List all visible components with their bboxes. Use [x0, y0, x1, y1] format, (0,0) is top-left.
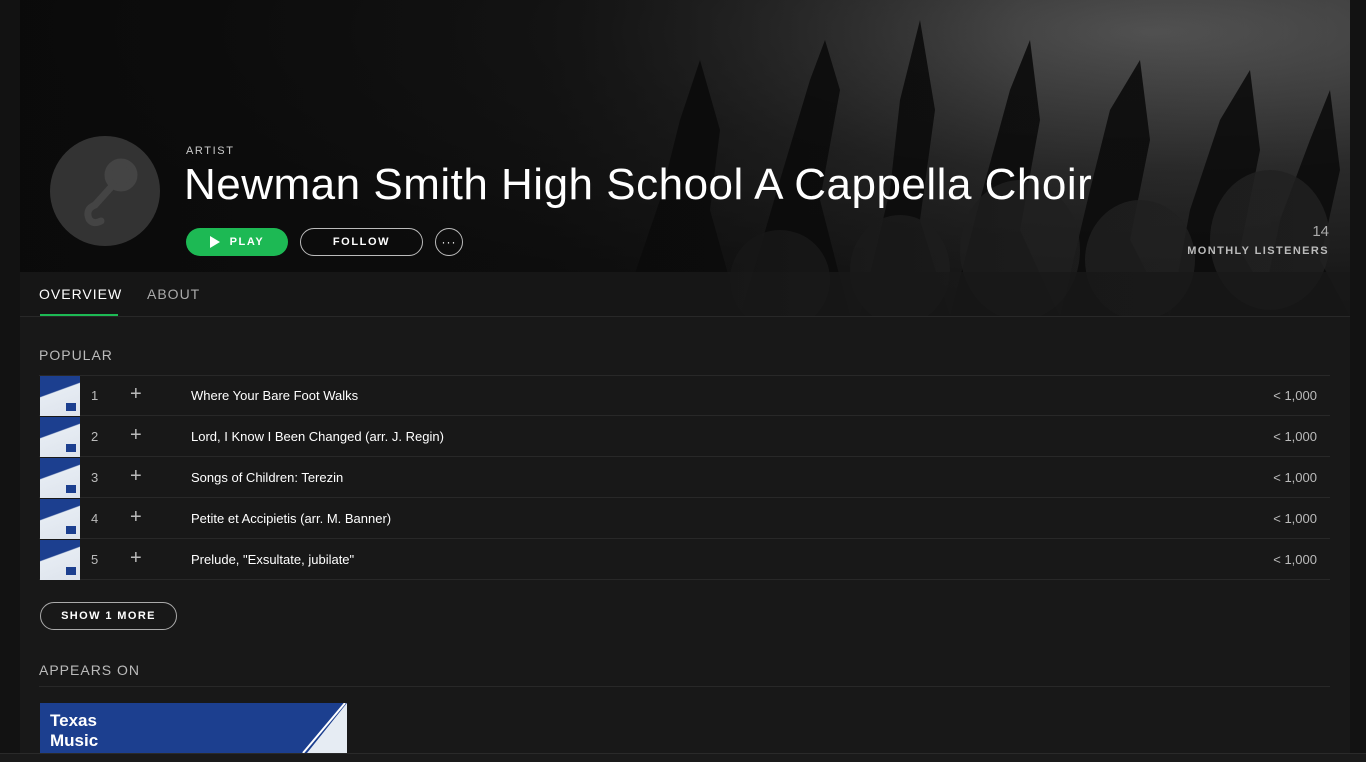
appears-on-section-title: APPEARS ON — [39, 662, 141, 678]
artist-page: ARTIST Newman Smith High School A Cappel… — [20, 0, 1350, 762]
album-cover-thumbnail — [40, 417, 80, 457]
ellipsis-icon: ··· — [441, 235, 457, 249]
album-cover-thumbnail — [40, 376, 80, 416]
bottom-bar — [0, 753, 1366, 762]
play-button-label: PLAY — [229, 236, 265, 248]
tab-about[interactable]: ABOUT — [147, 286, 200, 302]
tabs-bar — [20, 272, 1350, 317]
track-row[interactable]: 5 + Prelude, "Exsultate, jubilate" < 1,0… — [39, 539, 1330, 580]
track-number: 2 — [91, 429, 99, 444]
section-divider — [39, 686, 1330, 687]
album-card[interactable]: Texas Music — [40, 703, 347, 753]
track-play-count: < 1,000 — [1273, 552, 1317, 567]
album-cover-thumbnail — [40, 540, 80, 580]
track-row[interactable]: 2 + Lord, I Know I Been Changed (arr. J.… — [39, 416, 1330, 457]
follow-button[interactable]: FOLLOW — [300, 228, 423, 256]
add-track-icon[interactable]: + — [130, 383, 142, 406]
track-number: 3 — [91, 470, 99, 485]
play-icon — [209, 236, 220, 248]
album-cover-thumbnail — [40, 499, 80, 539]
track-row[interactable]: 1 + Where Your Bare Foot Walks < 1,000 — [39, 375, 1330, 416]
add-track-icon[interactable]: + — [130, 465, 142, 488]
track-number: 1 — [91, 388, 99, 403]
artist-type-label: ARTIST — [186, 145, 235, 157]
monthly-listeners-label: MONTHLY LISTENERS — [1187, 245, 1329, 257]
track-title: Songs of Children: Terezin — [191, 470, 344, 485]
track-play-count: < 1,000 — [1273, 470, 1317, 485]
active-tab-indicator — [40, 314, 118, 316]
follow-button-label: FOLLOW — [332, 236, 391, 248]
header-gradient-overlay — [20, 0, 1350, 317]
artist-avatar — [50, 136, 160, 246]
artist-name: Newman Smith High School A Cappella Choi… — [184, 160, 1093, 209]
track-title: Prelude, "Exsultate, jubilate" — [191, 552, 355, 567]
play-button[interactable]: PLAY — [186, 228, 288, 256]
track-number: 4 — [91, 511, 99, 526]
tab-overview[interactable]: OVERVIEW — [39, 286, 122, 302]
track-number: 5 — [91, 552, 99, 567]
track-title: Petite et Accipietis (arr. M. Banner) — [191, 511, 392, 526]
more-options-button[interactable]: ··· — [435, 228, 463, 256]
track-title: Where Your Bare Foot Walks — [191, 388, 359, 403]
add-track-icon[interactable]: + — [130, 424, 142, 447]
add-track-icon[interactable]: + — [130, 547, 142, 570]
add-track-icon[interactable]: + — [130, 506, 142, 529]
track-play-count: < 1,000 — [1273, 429, 1317, 444]
show-more-button[interactable]: SHOW 1 MORE — [40, 602, 177, 630]
album-cover-thumbnail — [40, 458, 80, 498]
track-row[interactable]: 4 + Petite et Accipietis (arr. M. Banner… — [39, 498, 1330, 539]
album-card-text: Texas Music — [50, 711, 99, 750]
popular-tracklist: 1 + Where Your Bare Foot Walks < 1,000 2… — [39, 375, 1330, 580]
monthly-listeners-count: 14 — [1312, 223, 1329, 240]
microphone-icon — [84, 158, 138, 227]
popular-section-title: POPULAR — [39, 347, 113, 363]
track-row[interactable]: 3 + Songs of Children: Terezin < 1,000 — [39, 457, 1330, 498]
track-play-count: < 1,000 — [1273, 388, 1317, 403]
track-title: Lord, I Know I Been Changed (arr. J. Reg… — [191, 429, 444, 444]
track-play-count: < 1,000 — [1273, 511, 1317, 526]
album-card-stripe — [302, 703, 347, 753]
